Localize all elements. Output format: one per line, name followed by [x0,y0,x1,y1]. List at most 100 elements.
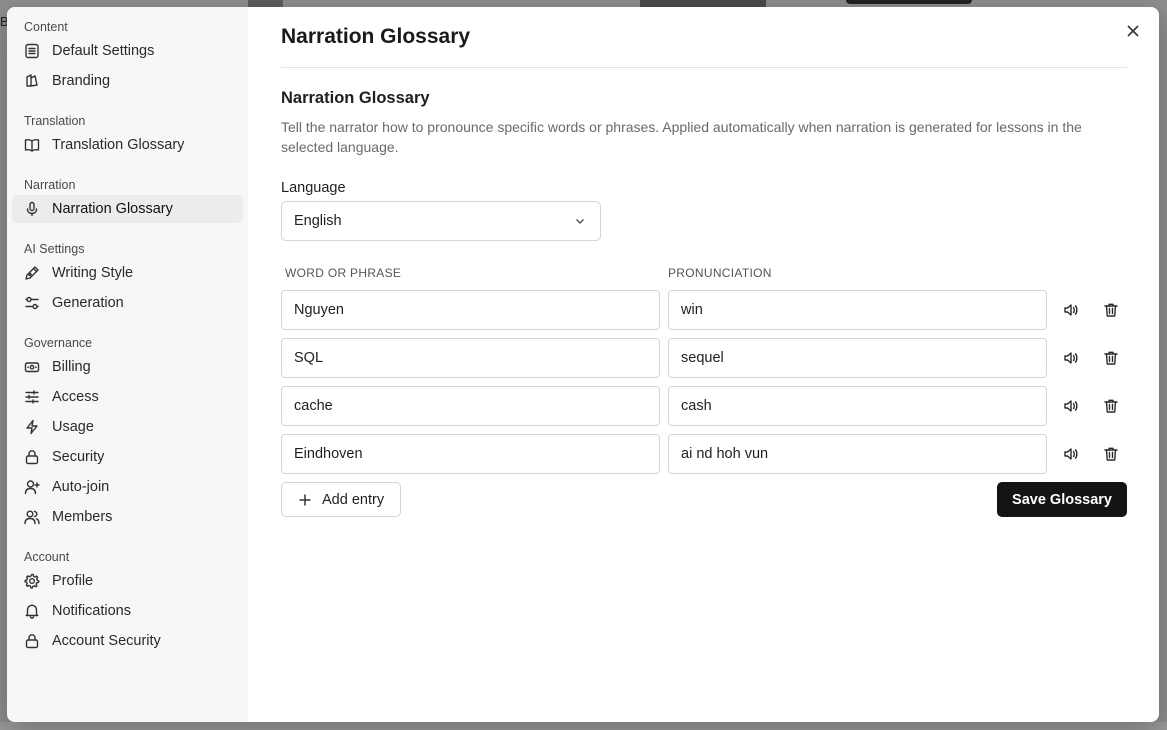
sidebar-section-title: AI Settings [24,242,85,256]
delete-entry-button[interactable] [1101,396,1121,416]
language-select[interactable]: English [281,201,601,241]
language-select-value: English [294,213,342,229]
main-panel: Narration Glossary Narration Glossary Te… [248,7,1159,722]
close-button[interactable] [1124,22,1142,40]
billing-icon [24,359,40,375]
sidebar-item-account-security[interactable]: Account Security [12,627,243,655]
play-pronunciation-button[interactable] [1061,300,1081,320]
sidebar-item-label: Default Settings [52,43,155,59]
trash-icon [1104,351,1118,365]
trash-icon [1104,399,1118,413]
pronunciation-input[interactable] [668,434,1047,474]
sidebar-group-account: Account Profile Notifications Account Secur… [12,549,243,655]
word-input[interactable] [281,434,660,474]
pen-icon [24,265,40,281]
sidebar-section-title: Translation [24,114,86,128]
sidebar-item-auto-join[interactable]: Auto-join [12,473,243,501]
column-header-word: WORD OR PHRASE [285,266,402,280]
word-input[interactable] [281,386,660,426]
users-icon [24,509,40,525]
speaker-icon [1064,400,1078,412]
delete-entry-button[interactable] [1101,444,1121,464]
section-description: Tell the narrator how to pronounce speci… [281,119,1082,155]
sidebar-section-title: Account [24,550,70,564]
word-input[interactable] [281,290,660,330]
pronunciation-input[interactable] [668,386,1047,426]
sidebar-item-security[interactable]: Security [12,443,243,471]
settings-modal: Content Default Settings Branding Translati… [7,7,1159,722]
trash-icon [1104,447,1118,461]
sidebar-item-label: Writing Style [52,265,134,281]
delete-entry-button[interactable] [1101,300,1121,320]
backdrop-footer [0,722,1167,730]
chevron-down-icon [575,218,585,225]
speaker-icon [1064,304,1078,316]
save-glossary-button[interactable]: Save Glossary [997,482,1127,517]
sidebar-item-label: Narration Glossary [52,201,173,217]
sidebar-item-label: Account Security [52,633,161,649]
sidebar-group-translation: Translation Translation Glossary [12,113,243,159]
glossary-row [281,386,1127,426]
sidebar-group-content: Content Default Settings Branding [12,19,243,95]
play-pronunciation-button[interactable] [1061,444,1081,464]
header-divider [281,67,1127,68]
sidebar-section-title: Narration [24,178,76,192]
sliders-icon [24,295,40,311]
section-heading: Narration Glossary [281,89,430,107]
speaker-icon [1064,448,1078,460]
sidebar-item-members[interactable]: Members [12,503,243,531]
close-icon [1127,25,1139,37]
settings-sidebar: Content Default Settings Branding Translati… [7,7,248,722]
sidebar-item-narration-glossary[interactable]: Narration Glossary [12,195,243,223]
pronunciation-input[interactable] [668,338,1047,378]
language-label: Language [281,180,346,196]
sidebar-item-usage[interactable]: Usage [12,413,243,441]
page-title: Narration Glossary [281,25,471,48]
sidebar-item-label: Access [52,389,99,405]
sidebar-item-notifications[interactable]: Notifications [12,597,243,625]
sidebar-item-access[interactable]: Access [12,383,243,411]
plus-icon [299,494,311,505]
sidebar-item-profile[interactable]: Profile [12,567,243,595]
sidebar-item-label: Billing [52,359,91,375]
add-entry-label: Add entry [322,491,385,508]
sidebar-group-ai-settings: AI Settings Writing Style Generation [12,241,243,317]
lock-icon [24,633,40,649]
sidebar-item-translation-glossary[interactable]: Translation Glossary [12,131,243,159]
sidebar-item-generation[interactable]: Generation [12,289,243,317]
trash-icon [1104,303,1118,317]
sidebar-item-label: Usage [52,419,94,435]
bell-icon [24,603,40,619]
play-pronunciation-button[interactable] [1061,396,1081,416]
sidebar-item-label: Translation Glossary [52,137,185,153]
sidebar-item-label: Branding [52,73,111,89]
word-input[interactable] [281,338,660,378]
palette-icon [24,73,40,89]
sidebar-item-label: Generation [52,295,124,311]
delete-entry-button[interactable] [1101,348,1121,368]
add-entry-button[interactable]: Add entry [281,482,402,517]
access-sliders-icon [24,389,40,405]
glossary-row [281,338,1127,378]
glossary-actions: Add entry Save Glossary [281,482,1127,517]
sidebar-item-billing[interactable]: Billing [12,353,243,381]
book-icon [24,137,40,153]
sidebar-item-default-settings[interactable]: Default Settings [12,37,243,65]
user-plus-icon [24,479,40,495]
sidebar-section-title: Content [24,20,68,34]
column-header-pronunciation: PRONUNCIATION [668,266,772,280]
glossary-column-headers: WORD OR PHRASE PRONUNCIATION [281,266,1127,280]
glossary-row [281,290,1127,330]
lightning-icon [24,419,40,435]
sidebar-item-branding[interactable]: Branding [12,67,243,95]
play-pronunciation-button[interactable] [1061,348,1081,368]
sidebar-item-writing-style[interactable]: Writing Style [12,259,243,287]
pronunciation-input[interactable] [668,290,1047,330]
list-icon [24,43,40,59]
microphone-icon [24,201,40,217]
sidebar-item-label: Auto-join [52,479,110,495]
glossary-entries [281,290,1127,474]
backdrop-button [846,0,972,4]
lock-icon [24,449,40,465]
sidebar-item-label: Members [52,509,113,525]
